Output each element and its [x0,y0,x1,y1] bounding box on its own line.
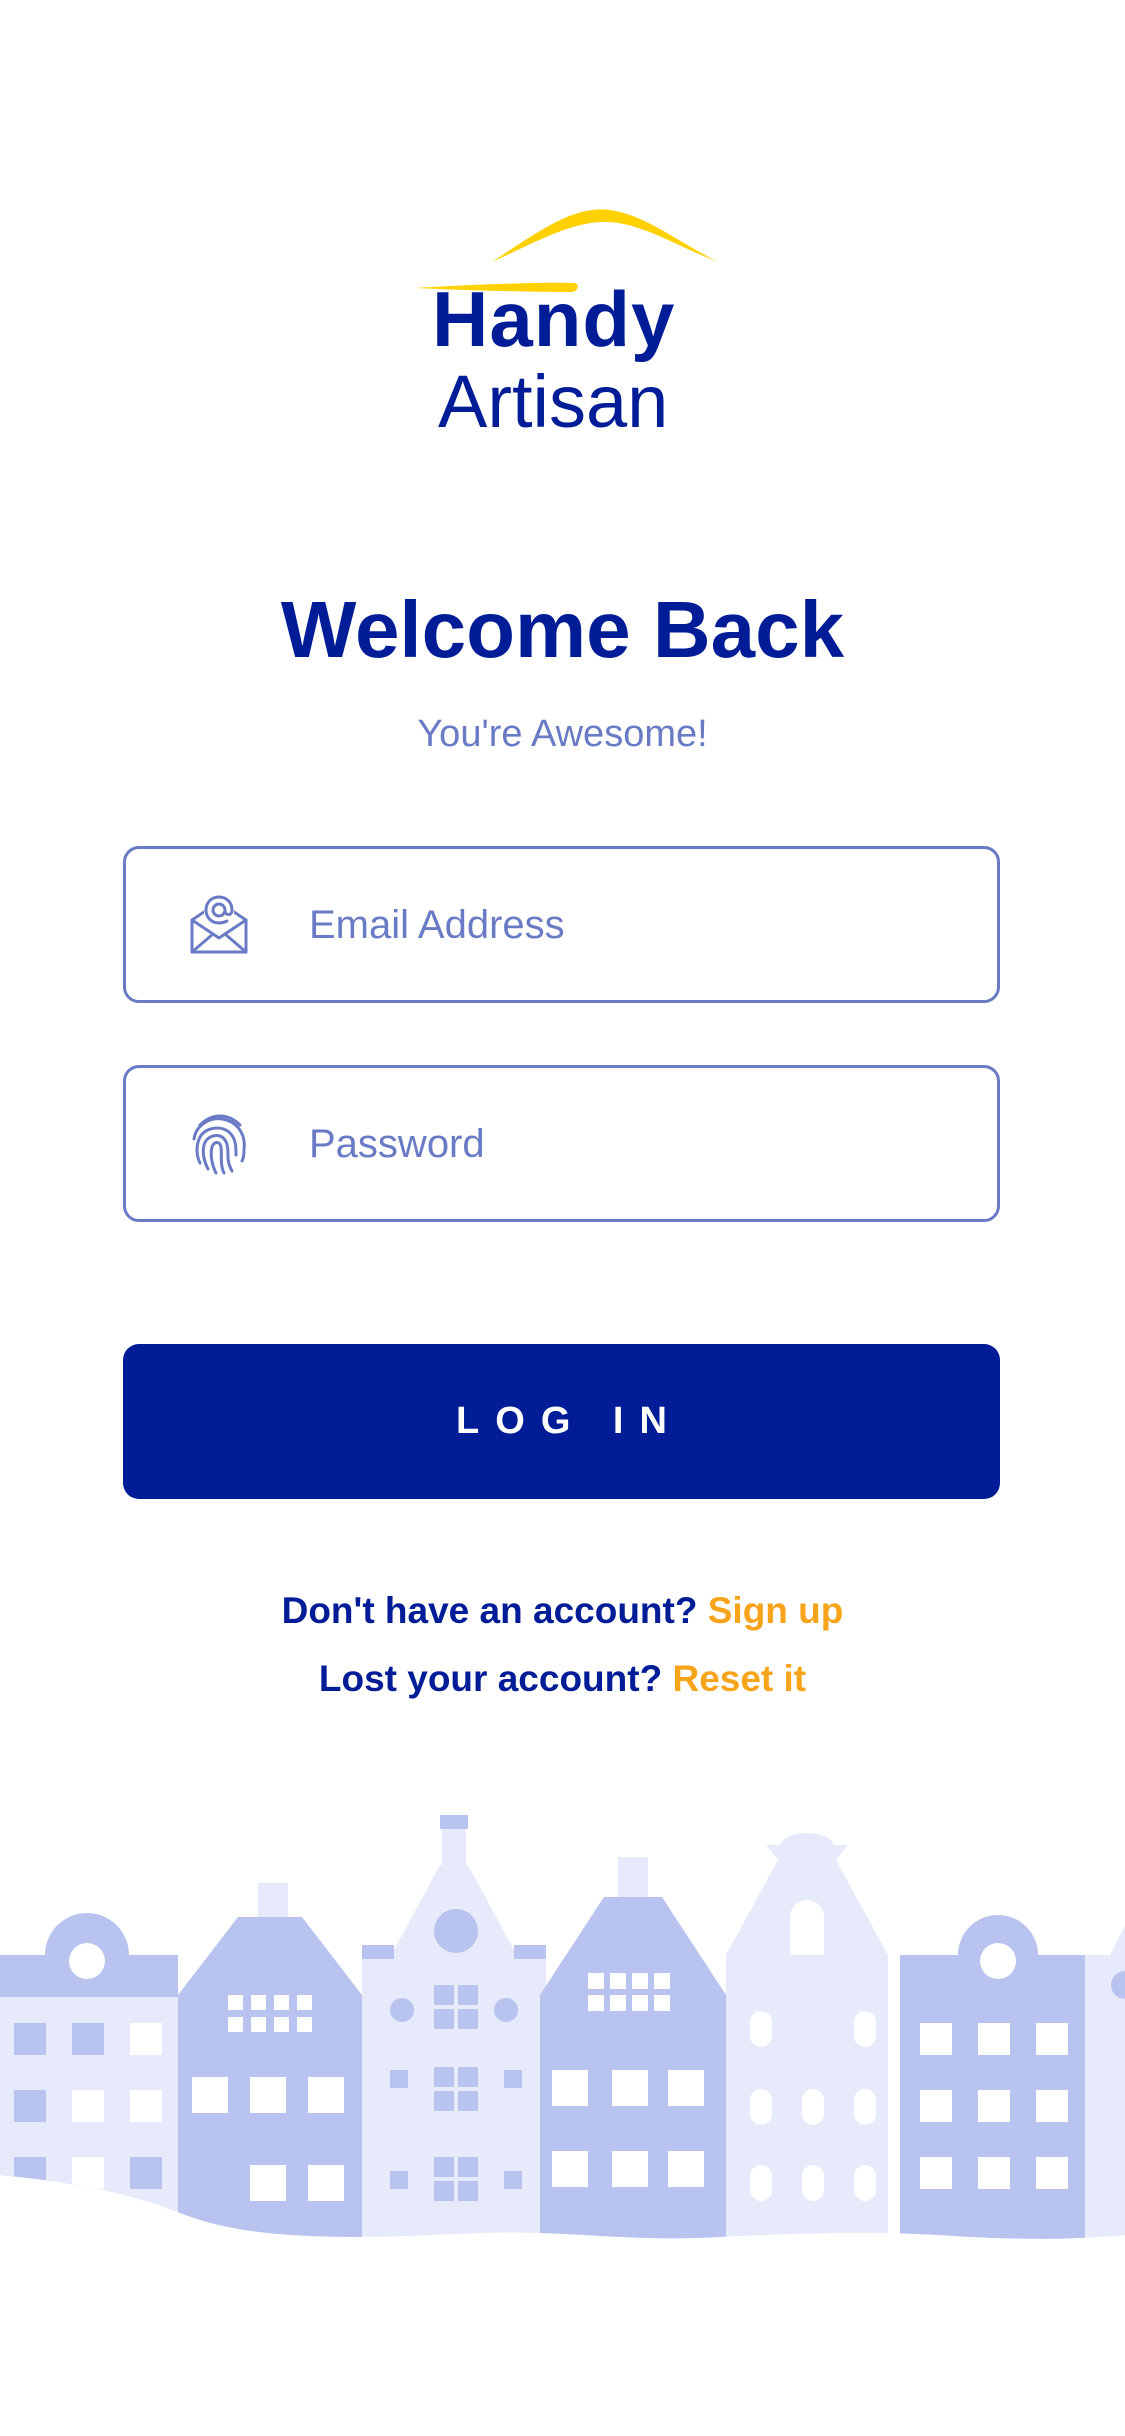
logo-word-artisan: Artisan [438,360,669,443]
reset-link[interactable]: Reset it [672,1658,806,1699]
login-button[interactable]: LOG IN [123,1344,1000,1499]
house-6 [900,1915,1085,2239]
house-3 [362,1815,546,2239]
house-5 [726,1833,888,2239]
house-2 [178,1883,362,2239]
reset-prompt: Lost your account? Reset it [0,1660,1125,1697]
password-field[interactable] [123,1065,1000,1222]
townhouses-illustration [0,1815,1125,2239]
logo-word-handy: Handy [432,275,676,363]
fingerprint-icon [192,1114,246,1175]
page-title: Welcome Back [280,585,845,674]
signup-prompt-text: Don't have an account? [281,1590,698,1631]
signup-link[interactable]: Sign up [708,1590,844,1631]
brand-logo: Handy Artisan [400,200,730,450]
email-field[interactable] [123,846,1000,1003]
reset-prompt-text: Lost your account? [318,1658,663,1699]
house-7 [1085,1925,1125,2239]
house-4 [540,1857,726,2239]
envelope-at-icon [190,895,248,954]
password-input[interactable] [309,1098,949,1190]
email-input[interactable] [309,879,949,971]
page-subtitle: You're Awesome! [417,713,708,755]
house-1 [0,1913,178,2239]
signup-prompt: Don't have an account? Sign up [0,1592,1125,1629]
